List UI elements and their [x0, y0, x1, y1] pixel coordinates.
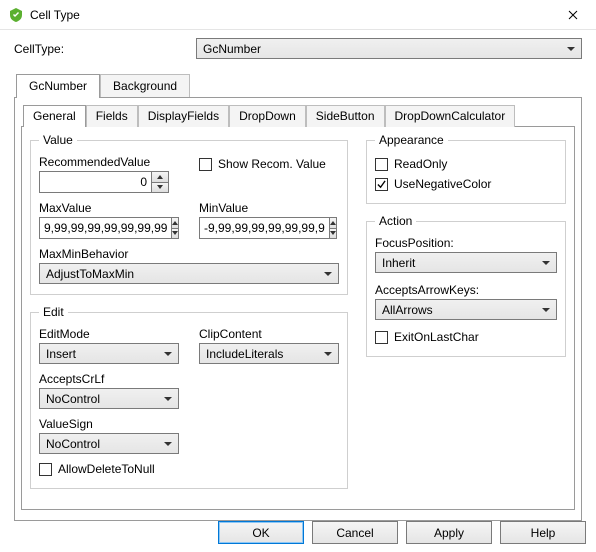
apply-button[interactable]: Apply	[406, 521, 492, 544]
celltype-dropdown[interactable]: GcNumber	[196, 38, 582, 59]
group-action-legend: Action	[375, 214, 416, 228]
editmode-dropdown[interactable]: Insert	[39, 343, 179, 364]
readonly-checkbox[interactable]: ReadOnly	[375, 157, 557, 171]
valuesign-dropdown[interactable]: NoControl	[39, 433, 179, 454]
group-value: Value RecommendedValue 0	[30, 133, 348, 295]
maxvalue-label: MaxValue	[39, 201, 179, 215]
chevron-down-icon	[567, 47, 575, 51]
recommended-input[interactable]: 0	[39, 171, 151, 193]
valuesign-label: ValueSign	[39, 417, 339, 431]
usenegativecolor-label: UseNegativeColor	[394, 177, 491, 191]
maxvalue-spinner[interactable]: 9,99,99,99,99,99,99,99	[39, 217, 169, 239]
checkbox-box	[375, 178, 388, 191]
window-title: Cell Type	[30, 8, 550, 22]
acceptscrlf-dropdown[interactable]: NoControl	[39, 388, 179, 409]
recommended-spinner[interactable]: 0	[39, 171, 169, 193]
subtab-dropdown[interactable]: DropDown	[229, 105, 306, 127]
chevron-down-icon	[164, 352, 172, 356]
clipcontent-dropdown[interactable]: IncludeLiterals	[199, 343, 339, 364]
chevron-down-icon	[542, 261, 550, 265]
group-edit: Edit EditMode Insert ClipContent	[30, 305, 348, 489]
checkbox-box	[39, 463, 52, 476]
spinner-up-icon[interactable]	[151, 171, 169, 182]
checkbox-box	[375, 331, 388, 344]
app-icon	[8, 7, 24, 23]
exitonlastchar-label: ExitOnLastChar	[394, 330, 479, 344]
subtab-displayfields[interactable]: DisplayFields	[138, 105, 229, 127]
minvalue-label: MinValue	[199, 201, 339, 215]
group-action: Action FocusPosition: Inherit AcceptsArr…	[366, 214, 566, 357]
allowdeletetonull-label: AllowDeleteToNull	[58, 462, 155, 476]
checkbox-box	[199, 158, 212, 171]
spinner-down-icon[interactable]	[151, 182, 169, 194]
celltype-label: CellType:	[14, 42, 184, 56]
subtab-dropdowncalculator[interactable]: DropDownCalculator	[385, 105, 516, 127]
acceptscrlf-label: AcceptsCrLf	[39, 372, 339, 386]
acceptsarrowkeys-label: AcceptsArrowKeys:	[375, 283, 557, 297]
spinner-down-icon[interactable]	[171, 228, 179, 240]
chevron-down-icon	[324, 352, 332, 356]
group-value-legend: Value	[39, 133, 77, 147]
recommended-label: RecommendedValue	[39, 155, 179, 169]
ok-button[interactable]: OK	[218, 521, 304, 544]
checkbox-box	[375, 158, 388, 171]
minvalue-spinner[interactable]: -9,99,99,99,99,99,99,9	[199, 217, 329, 239]
spinner-up-icon[interactable]	[329, 217, 337, 228]
acceptsarrowkeys-dropdown[interactable]: AllArrows	[375, 299, 557, 320]
close-button[interactable]	[550, 0, 596, 30]
help-button[interactable]: Help	[500, 521, 586, 544]
usenegativecolor-checkbox[interactable]: UseNegativeColor	[375, 177, 557, 191]
exitonlastchar-checkbox[interactable]: ExitOnLastChar	[375, 330, 557, 344]
allowdeletetonull-checkbox[interactable]: AllowDeleteToNull	[39, 462, 339, 476]
celltype-value: GcNumber	[203, 42, 261, 56]
subtab-sidebutton[interactable]: SideButton	[306, 105, 385, 127]
tab-gcnumber[interactable]: GcNumber	[16, 74, 100, 98]
cancel-button[interactable]: Cancel	[312, 521, 398, 544]
titlebar: Cell Type	[0, 0, 596, 30]
subtab-general[interactable]: General	[23, 105, 86, 127]
show-recom-label: Show Recom. Value	[218, 157, 326, 171]
spinner-up-icon[interactable]	[171, 217, 179, 228]
group-appearance: Appearance ReadOnly UseNegativeColor	[366, 133, 566, 204]
tab-background[interactable]: Background	[100, 74, 190, 98]
group-appearance-legend: Appearance	[375, 133, 448, 147]
group-edit-legend: Edit	[39, 305, 68, 319]
maxminbehavior-dropdown[interactable]: AdjustToMaxMin	[39, 263, 339, 284]
subtab-fields[interactable]: Fields	[86, 105, 138, 127]
chevron-down-icon	[164, 442, 172, 446]
maxminbehavior-label: MaxMinBehavior	[39, 247, 339, 261]
chevron-down-icon	[164, 397, 172, 401]
maxvalue-input[interactable]: 9,99,99,99,99,99,99,99	[39, 217, 171, 239]
minvalue-input[interactable]: -9,99,99,99,99,99,99,9	[199, 217, 329, 239]
chevron-down-icon	[324, 272, 332, 276]
spinner-down-icon[interactable]	[329, 228, 337, 240]
chevron-down-icon	[542, 308, 550, 312]
focusposition-dropdown[interactable]: Inherit	[375, 252, 557, 273]
clipcontent-label: ClipContent	[199, 327, 339, 341]
focusposition-label: FocusPosition:	[375, 236, 557, 250]
readonly-label: ReadOnly	[394, 157, 447, 171]
editmode-label: EditMode	[39, 327, 179, 341]
show-recom-checkbox[interactable]: Show Recom. Value	[199, 157, 339, 171]
